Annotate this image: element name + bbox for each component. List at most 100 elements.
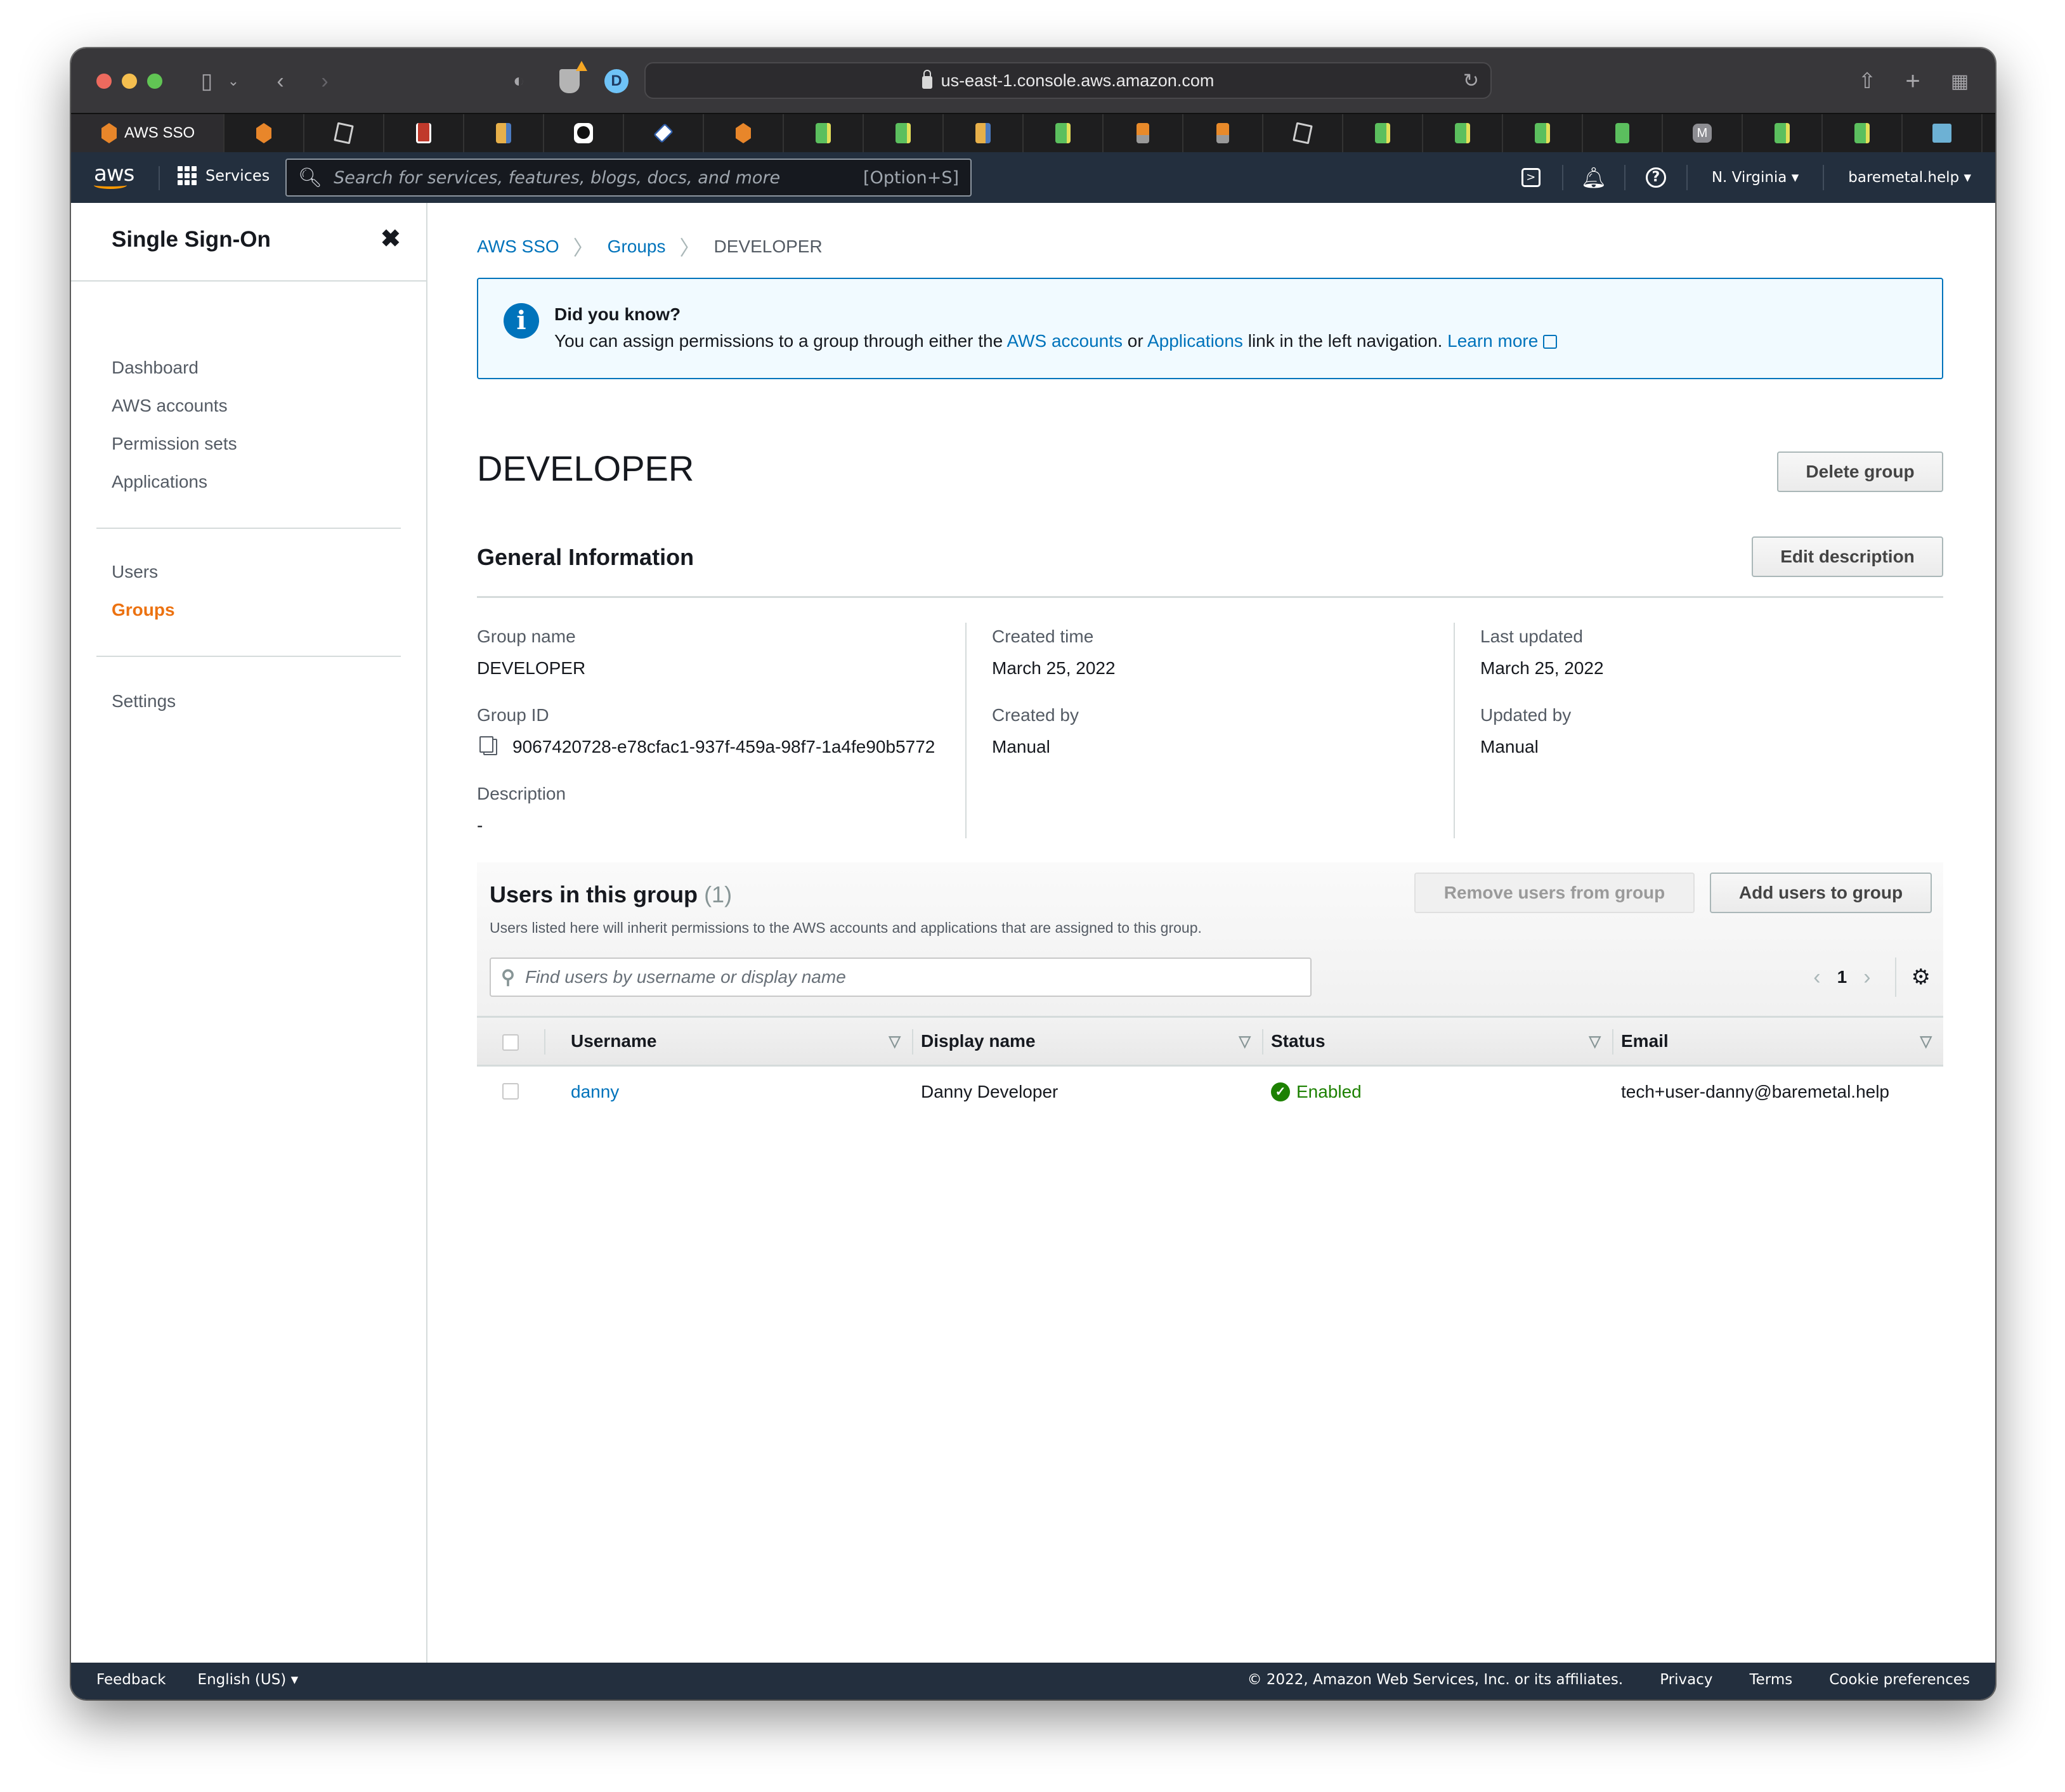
edit-description-button[interactable]: Edit description — [1752, 536, 1943, 577]
evernote-green-icon — [816, 123, 831, 143]
sidebar-item-settings[interactable]: Settings — [112, 691, 176, 711]
browser-tab[interactable] — [944, 114, 1024, 152]
group-id-value: 9067420728-e78cfac1-937f-459a-98f7-1a4fe… — [512, 737, 935, 756]
column-display-name[interactable]: Display name ▽ — [921, 1018, 1251, 1065]
sidebar-item-groups[interactable]: Groups — [112, 600, 175, 620]
copy-icon[interactable] — [479, 736, 497, 755]
username-link[interactable]: danny — [571, 1067, 619, 1117]
privacy-link[interactable]: Privacy — [1660, 1672, 1712, 1688]
info-icon: i — [504, 303, 539, 339]
sidebar-item-permission-sets[interactable]: Permission sets — [112, 434, 237, 454]
browser-tab[interactable] — [1263, 114, 1343, 152]
services-menu-button[interactable]: Services — [178, 166, 270, 185]
sidebar-item-dashboard[interactable]: Dashboard — [112, 358, 199, 378]
browser-tab[interactable] — [1823, 114, 1903, 152]
chevron-down-icon[interactable]: ⌄ — [226, 66, 241, 96]
applications-link[interactable]: Applications — [1147, 331, 1243, 351]
minimize-window-button[interactable] — [122, 74, 137, 89]
back-icon[interactable]: ‹ — [268, 66, 293, 96]
forward-icon: › — [321, 68, 329, 93]
browser-tab[interactable] — [1423, 114, 1503, 152]
cookie-preferences-link[interactable]: Cookie preferences — [1829, 1672, 1970, 1688]
select-all-checkbox[interactable] — [502, 1034, 519, 1051]
console-search-input[interactable]: 🔍︎ Search for services, features, blogs,… — [285, 159, 972, 197]
tab-bar: AWS SSO M — [71, 113, 1995, 152]
row-checkbox[interactable] — [502, 1083, 519, 1100]
tab-aws-sso[interactable]: AWS SSO — [71, 114, 225, 152]
sidebar-item-users[interactable]: Users — [112, 562, 158, 582]
users-in-group-panel: Users in this group (1) Users listed her… — [477, 862, 1943, 1027]
share-icon[interactable]: ⇧ — [1854, 66, 1880, 96]
address-bar[interactable]: us-east-1.console.aws.amazon.com ↻ — [644, 62, 1492, 99]
browser-tab[interactable] — [1104, 114, 1183, 152]
tab-overview-icon[interactable]: ▦ — [1947, 66, 1972, 96]
account-menu[interactable]: baremetal.help ▾ — [1823, 165, 1995, 190]
browser-tab[interactable] — [784, 114, 864, 152]
browser-tab[interactable] — [1343, 114, 1423, 152]
browser-tab[interactable] — [384, 114, 464, 152]
sort-icon[interactable]: ▽ — [889, 1032, 901, 1051]
close-icon[interactable]: ✖ — [381, 224, 401, 253]
prev-page-icon[interactable]: ‹ — [1802, 965, 1832, 990]
column-label: Username — [571, 1031, 657, 1051]
aws-orange-icon — [736, 123, 751, 143]
browser-tab[interactable] — [1583, 114, 1663, 152]
search-icon: ⚲ — [501, 966, 515, 988]
column-username[interactable]: Username ▽ — [571, 1018, 901, 1065]
users-subtitle: Users listed here will inherit permissio… — [490, 919, 1202, 936]
aws-logo[interactable]: aws — [94, 161, 134, 189]
new-tab-icon[interactable]: + — [1900, 66, 1925, 96]
browser-tab[interactable]: M — [1663, 114, 1743, 152]
sort-icon[interactable]: ▽ — [1589, 1032, 1601, 1051]
general-information-heading: General Information — [477, 544, 694, 570]
region-selector[interactable]: N. Virginia ▾ — [1686, 165, 1823, 190]
info-flashbar: i Did you know? You can assign permissio… — [477, 278, 1943, 379]
book-icon — [496, 123, 511, 143]
evernote-green-icon — [1775, 123, 1790, 143]
close-window-button[interactable] — [96, 74, 112, 89]
aws-accounts-link[interactable]: AWS accounts — [1006, 331, 1123, 351]
browser-tab[interactable] — [704, 114, 784, 152]
feedback-link[interactable]: Feedback — [96, 1672, 166, 1688]
browser-tab[interactable] — [1024, 114, 1104, 152]
browser-tab[interactable] — [1743, 114, 1823, 152]
bell-icon[interactable]: 🔔︎ — [1561, 165, 1624, 190]
extension-d-icon[interactable]: D — [603, 66, 630, 96]
find-users-input[interactable]: ⚲ Find users by username or display name — [490, 958, 1312, 997]
aws-logo-text: aws — [94, 161, 134, 186]
browser-tab[interactable] — [544, 114, 624, 152]
sort-icon[interactable]: ▽ — [1920, 1032, 1932, 1051]
breadcrumb-aws-sso[interactable]: AWS SSO — [477, 237, 559, 257]
add-users-button[interactable]: Add users to group — [1710, 873, 1932, 913]
delete-group-button[interactable]: Delete group — [1777, 451, 1943, 492]
privacy-shield-icon[interactable]: ◐ — [506, 66, 531, 96]
help-icon[interactable]: ? — [1624, 165, 1686, 190]
field-label: Group name — [477, 627, 576, 646]
sidebar-item-applications[interactable]: Applications — [112, 472, 207, 492]
breadcrumb-groups[interactable]: Groups — [608, 237, 666, 257]
zoom-window-button[interactable] — [147, 74, 162, 89]
terms-link[interactable]: Terms — [1749, 1672, 1792, 1688]
cloudshell-icon[interactable]: > — [1500, 165, 1562, 190]
browser-tab[interactable] — [304, 114, 384, 152]
field-value: 9067420728-e78cfac1-937f-459a-98f7-1a4fe… — [477, 736, 935, 757]
bitwarden-extension-icon[interactable] — [556, 61, 587, 96]
browser-tab[interactable] — [464, 114, 544, 152]
page-number[interactable]: 1 — [1832, 967, 1853, 987]
language-selector[interactable]: English (US) ▾ — [198, 1672, 299, 1688]
sort-icon[interactable]: ▽ — [1239, 1032, 1251, 1051]
column-email[interactable]: Email ▽ — [1621, 1018, 1932, 1065]
gear-icon[interactable]: ⚙ — [1912, 964, 1931, 990]
browser-tab[interactable] — [624, 114, 704, 152]
column-status[interactable]: Status ▽ — [1271, 1018, 1601, 1065]
browser-tab[interactable] — [1183, 114, 1263, 152]
next-page-icon[interactable]: › — [1852, 965, 1882, 990]
reload-icon[interactable]: ↻ — [1463, 70, 1479, 92]
browser-tab[interactable] — [1503, 114, 1583, 152]
browser-tab[interactable] — [225, 114, 304, 152]
learn-more-link[interactable]: Learn more — [1447, 331, 1538, 351]
sidebar-item-aws-accounts[interactable]: AWS accounts — [112, 396, 228, 416]
browser-tab[interactable] — [864, 114, 944, 152]
browser-tab[interactable] — [1903, 114, 1983, 152]
sidebar-toggle-icon[interactable]: ▯ — [192, 66, 222, 96]
